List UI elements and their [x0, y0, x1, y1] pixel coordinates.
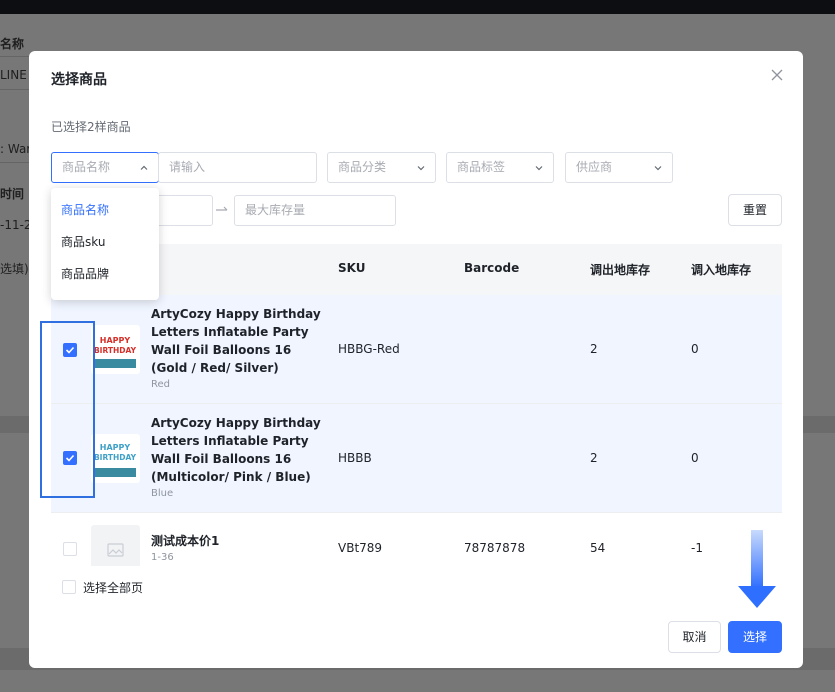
product-variant: 1-36 [151, 552, 174, 563]
row-checkbox[interactable] [63, 343, 77, 357]
tag-placeholder: 商品标签 [457, 160, 506, 174]
cancel-button[interactable]: 取消 [668, 621, 721, 653]
product-title: 测试成本价1 [151, 534, 220, 548]
select-all-pages-checkbox[interactable] [62, 580, 76, 594]
supplier-placeholder: 供应商 [576, 160, 613, 174]
dropdown-option-brand[interactable]: 商品品牌 [51, 262, 159, 294]
header-barcode: Barcode [464, 261, 520, 275]
check-icon [65, 454, 75, 462]
product-name: ArtyCozy Happy Birthday Letters Inflatab… [151, 305, 321, 393]
search-placeholder: 请输入 [169, 160, 206, 174]
cell-out-stock: 2 [590, 451, 598, 465]
selected-count-text: 已选择2样商品 [51, 120, 131, 134]
background-divider [0, 56, 30, 57]
background-divider [0, 89, 30, 90]
chevron-down-icon [417, 166, 425, 171]
select-product-dialog: 选择商品 已选择2样商品 商品名称 请输入 商品分类 商品标签 供应商 最大库存… [29, 51, 803, 668]
cell-sku: HBBG-Red [338, 342, 400, 356]
confirm-select-button[interactable]: 选择 [728, 621, 782, 653]
close-icon[interactable] [769, 67, 785, 83]
header-sku: SKU [338, 261, 366, 275]
background-label: 时间 [0, 187, 25, 201]
field-type-select[interactable]: 商品名称 [51, 152, 159, 183]
product-variant: Blue [151, 488, 174, 499]
svg-text:BIRTHDAY: BIRTHDAY [94, 346, 137, 355]
category-select[interactable]: 商品分类 [327, 152, 436, 183]
cell-out-stock: 54 [590, 541, 606, 555]
row-checkbox[interactable] [63, 451, 77, 465]
chevron-down-icon [654, 166, 662, 171]
search-input[interactable]: 请输入 [158, 152, 317, 183]
product-name: ArtyCozy Happy Birthday Letters Inflatab… [151, 414, 321, 502]
select-all-pages-label[interactable]: 选择全部页 [83, 579, 143, 596]
background-label: 选填) [0, 262, 29, 276]
background-label: 名称 [0, 37, 25, 51]
dropdown-option-sku[interactable]: 商品sku [51, 230, 159, 262]
product-name: 测试成本价1 1-36 [151, 532, 321, 566]
arrow-right-icon [216, 206, 228, 211]
cell-sku: HBBB [338, 451, 372, 465]
table-row[interactable]: HAPPY BIRTHDAY ArtyCozy Happy Birthday L… [51, 295, 782, 404]
supplier-select[interactable]: 供应商 [565, 152, 673, 183]
product-table: SKU Barcode 调出地库存 调入地库存 HAPPY BIRTHDAY A… [51, 244, 782, 566]
cell-in-stock: 0 [691, 342, 699, 356]
cell-in-stock: 0 [691, 451, 699, 465]
table-header: SKU Barcode 调出地库存 调入地库存 [51, 244, 782, 295]
check-icon [65, 346, 75, 354]
cell-out-stock: 2 [590, 342, 598, 356]
table-row[interactable]: HAPPY BIRTHDAY ArtyCozy Happy Birthday L… [51, 404, 782, 513]
table-row[interactable]: 测试成本价1 1-36 VBt789 78787878 54 -1 [51, 513, 782, 566]
background-label: : War [0, 142, 32, 156]
reset-button[interactable]: 重置 [728, 194, 782, 226]
max-stock-input[interactable]: 最大库存量 [234, 195, 396, 226]
dropdown-option-product-name[interactable]: 商品名称 [51, 198, 159, 230]
svg-text:HAPPY: HAPPY [100, 336, 131, 345]
tag-select[interactable]: 商品标签 [446, 152, 554, 183]
header-in-stock: 调入地库存 [691, 263, 752, 277]
product-title: ArtyCozy Happy Birthday Letters Inflatab… [151, 416, 321, 484]
product-title: ArtyCozy Happy Birthday Letters Inflatab… [151, 307, 321, 375]
arrow-down-icon [738, 530, 776, 608]
background-topbar [0, 0, 835, 14]
field-type-value: 商品名称 [62, 160, 111, 174]
product-thumbnail: HAPPY BIRTHDAY [91, 325, 140, 374]
background-label: LINE [0, 68, 27, 82]
cell-barcode: 78787878 [464, 541, 526, 555]
chevron-up-icon [140, 165, 148, 170]
image-placeholder-icon [107, 543, 124, 557]
header-out-stock: 调出地库存 [590, 263, 651, 277]
svg-text:BIRTHDAY: BIRTHDAY [94, 453, 137, 462]
cell-in-stock: -1 [691, 541, 703, 555]
svg-text:HAPPY: HAPPY [100, 443, 131, 452]
chevron-down-icon [535, 166, 543, 171]
row-checkbox[interactable] [63, 542, 77, 556]
category-placeholder: 商品分类 [338, 160, 387, 174]
field-type-dropdown: 商品名称 商品sku 商品品牌 [51, 188, 159, 300]
max-stock-placeholder: 最大库存量 [245, 203, 306, 217]
dialog-title: 选择商品 [51, 72, 107, 88]
product-variant: Red [151, 379, 170, 390]
cell-sku: VBt789 [338, 541, 383, 555]
product-thumbnail: HAPPY BIRTHDAY [91, 434, 140, 483]
product-thumbnail [91, 525, 140, 566]
background-divider [0, 162, 30, 163]
